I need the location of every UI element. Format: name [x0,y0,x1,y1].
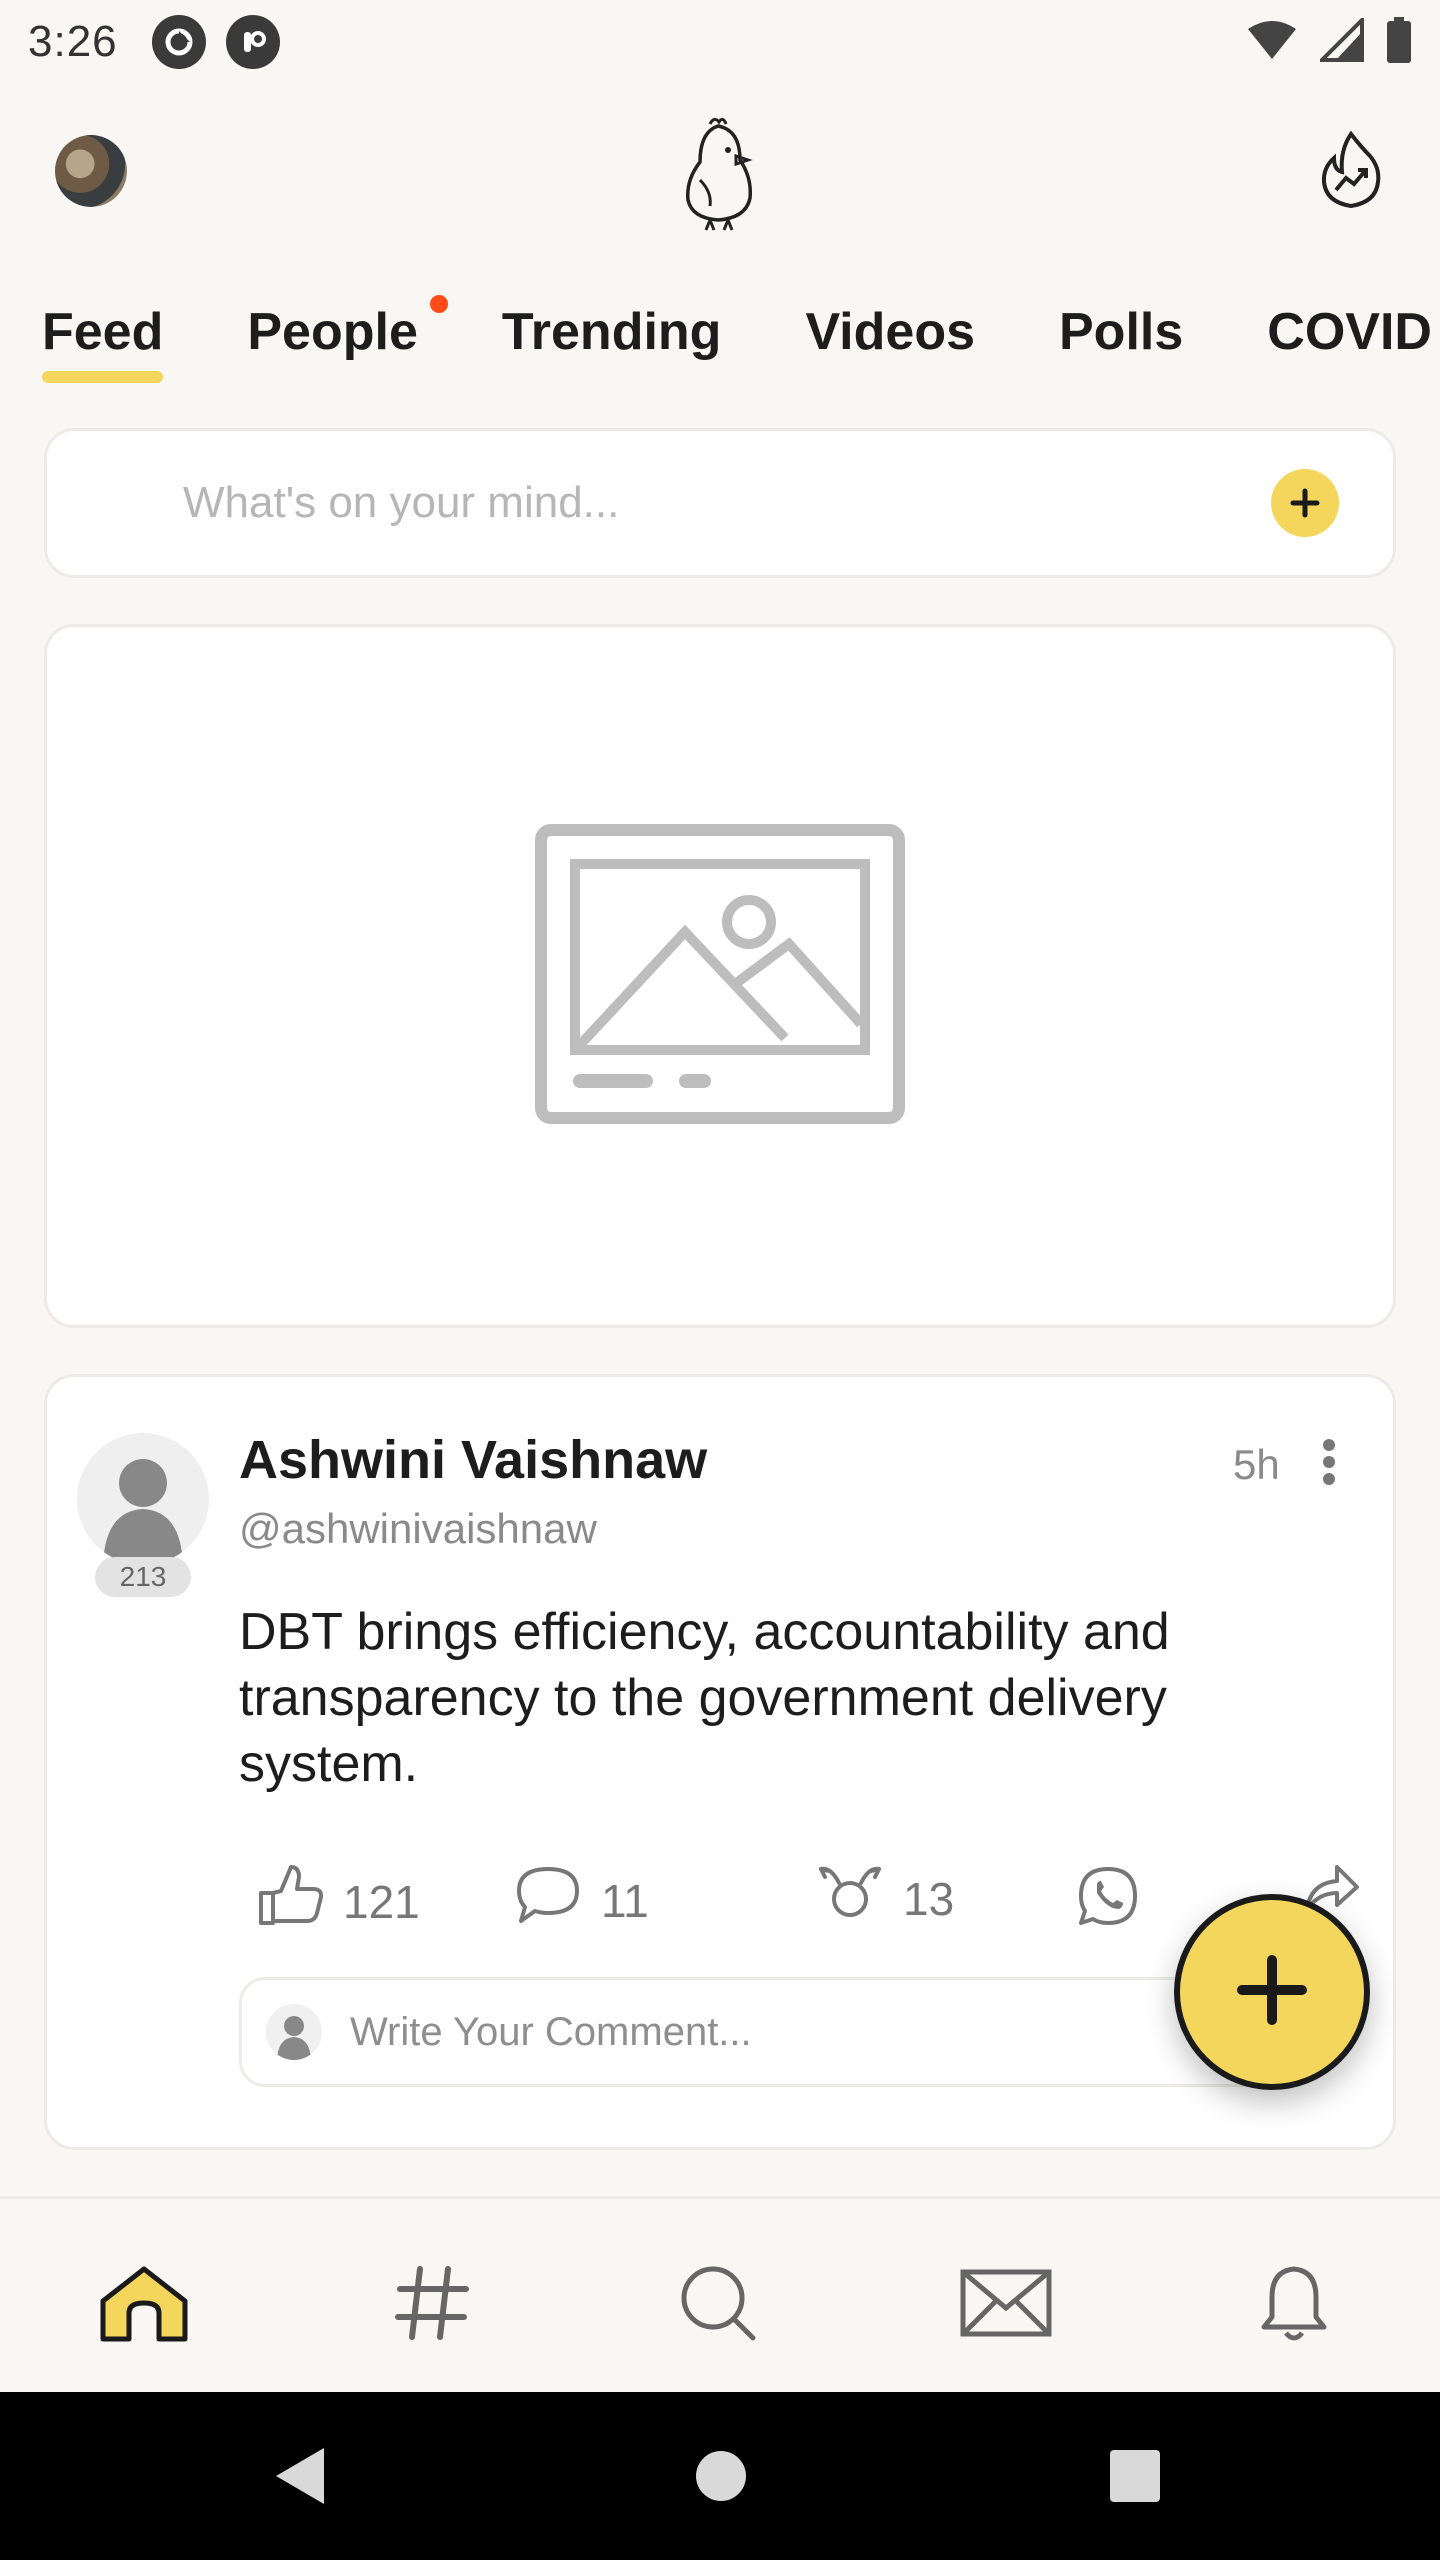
comment-avatar [266,2004,322,2060]
battery-icon [1386,16,1412,68]
profile-avatar[interactable] [55,135,127,207]
home-icon [97,2263,191,2348]
comment-box[interactable] [239,1977,1299,2087]
author-handle[interactable]: @ashwinivaishnaw [239,1505,597,1553]
bell-icon [1260,2263,1328,2348]
tab-people[interactable]: People [247,285,448,395]
create-post-fab[interactable] [1174,1894,1370,2090]
nav-notifications[interactable] [1244,2255,1344,2355]
image-placeholder-icon [535,823,905,1129]
speech-bubble-icon [515,1865,581,1936]
hashtag-icon [392,2263,472,2348]
author-avatar[interactable] [77,1433,209,1565]
plus-icon [1234,1952,1310,2033]
status-time: 3:26 [28,17,118,66]
tab-covid-label: COVID [1267,303,1432,361]
bottom-nav [0,2196,1440,2392]
nav-home[interactable] [94,2255,194,2355]
like-button[interactable]: 121 [257,1865,420,1938]
composer-input[interactable] [183,478,1271,528]
home-circle-icon[interactable] [694,2444,748,2513]
post-composer[interactable] [44,428,1396,578]
app-notification-icon [151,15,206,69]
tab-trending[interactable]: Trending [502,285,722,395]
whatsapp-share-button[interactable] [1077,1865,1139,1938]
recents-square-icon[interactable] [1108,2444,1162,2513]
avatar-badge: 213 [95,1557,191,1597]
wifi-icon [1246,19,1298,66]
notification-dot [429,295,448,313]
comment-count: 11 [601,1874,649,1927]
like-count: 121 [343,1875,420,1928]
search-icon [677,2262,759,2349]
koo-bird-logo [670,114,770,239]
signal-icon [1317,14,1364,67]
tab-trending-label: Trending [501,303,722,361]
mail-icon [959,2268,1053,2343]
tab-videos[interactable]: Videos [805,285,975,395]
comment-input[interactable] [350,2009,1296,2055]
tab-covid[interactable]: COVID [1267,285,1432,395]
back-triangle-icon[interactable] [270,2444,330,2513]
tab-videos-label: Videos [805,303,975,361]
top-bar [0,110,1440,231]
status-bar: 3:26 [0,0,1440,84]
post-time: 5h [1233,1441,1280,1488]
system-nav-bar [0,2392,1440,2560]
post-text: DBT brings efficiency, accountability an… [239,1603,1170,1793]
app-notification-icon [225,15,280,69]
nav-hashtag[interactable] [382,2255,482,2355]
more-options-icon[interactable] [1319,1437,1339,1492]
add-post-button[interactable] [1271,469,1339,537]
tab-polls-label: Polls [1059,303,1184,361]
rekoo-icon [817,1865,883,1932]
nav-search[interactable] [668,2255,768,2355]
rekoo-count: 13 [903,1872,955,1925]
tab-feed[interactable]: Feed [42,285,164,395]
image-placeholder-card[interactable] [44,624,1396,1328]
tab-people-label: People [247,303,418,361]
tab-feed-label: Feed [42,303,164,361]
trending-flame-icon[interactable] [1318,130,1384,215]
comment-button[interactable]: 11 [515,1865,649,1936]
whatsapp-icon [1077,1865,1139,1938]
rekoo-button[interactable]: 13 [817,1865,954,1932]
tab-polls[interactable]: Polls [1059,285,1183,395]
author-name[interactable]: Ashwini Vaishnaw [239,1429,707,1491]
post-actions: 121 11 13 [257,1865,1359,1945]
thumbs-up-icon [257,1865,324,1938]
tab-bar: Feed People Trending Videos Polls COVID [0,285,1440,405]
nav-messages[interactable] [956,2255,1056,2355]
